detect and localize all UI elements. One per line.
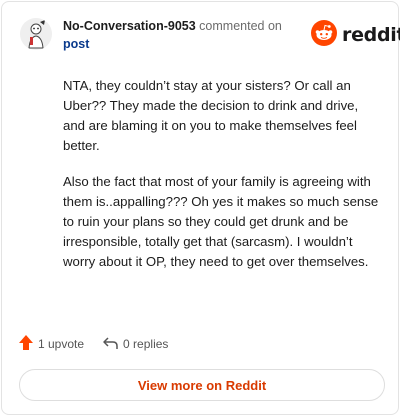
upvote-arrow-icon[interactable] [18,334,34,354]
comment-header: No-Conversation-9053 commented on post [63,17,303,53]
view-more-button[interactable]: View more on Reddit [19,369,385,401]
username[interactable]: No-Conversation-9053 [63,19,196,33]
upvote-count: 1 upvote [38,337,85,351]
reply-stat[interactable]: 0 replies [102,336,168,353]
comment-paragraph: Also the fact that most of your family i… [63,174,379,269]
comment-footer: 1 upvote 0 replies [18,334,186,354]
post-link[interactable]: post [63,35,303,53]
comment-body: NTA, they couldn’t stay at your sisters?… [63,76,383,288]
reddit-snoo-icon [311,19,337,51]
reply-arrow-icon[interactable] [102,336,119,353]
avatar[interactable] [20,18,52,50]
comment-embed-card: No-Conversation-9053 commented on post r… [1,1,400,415]
action-text: commented on [199,19,282,33]
reply-count: 0 replies [123,337,169,351]
reddit-logo[interactable]: reddit [311,19,400,51]
reddit-wordmark: reddit [342,24,400,46]
upvote-stat[interactable]: 1 upvote [18,334,84,354]
comment-paragraph: NTA, they couldn’t stay at your sisters?… [63,78,359,153]
